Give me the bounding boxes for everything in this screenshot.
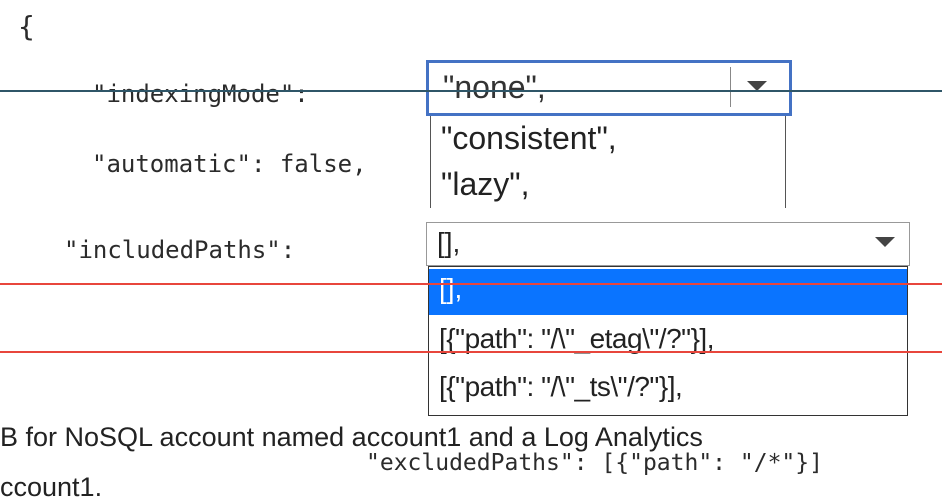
chevron-down-icon[interactable] [875, 237, 895, 247]
automatic-line: "automatic": false, [92, 150, 367, 178]
overlay-dark-line [0, 90, 942, 92]
overlay-red-line-top [0, 283, 942, 285]
indexing-mode-key: "indexingMode": [92, 80, 309, 108]
background-text-line2: ccount1. [0, 472, 103, 502]
code-open-brace: { [18, 10, 35, 43]
overlay-red-line-bottom [0, 351, 942, 353]
excluded-paths-line: "excludedPaths": [{"path": "/*"}] [366, 450, 823, 476]
included-option-etag[interactable]: [{"path": "/\"_etag\"/?"}], [429, 319, 907, 363]
included-paths-selected: [], [437, 227, 461, 258]
indexing-mode-arrow-button[interactable] [730, 67, 783, 107]
indexing-mode-option-list: "consistent", "lazy", [430, 116, 786, 208]
included-paths-key: "includedPaths": [64, 236, 296, 264]
indexing-mode-dropdown[interactable]: "none", [426, 60, 792, 116]
included-option-empty[interactable]: [], [429, 269, 907, 315]
included-option-ts[interactable]: [{"path": "/\"_ts\"/?"}], [429, 367, 907, 411]
indexing-option-lazy[interactable]: "lazy", [431, 166, 785, 208]
background-text-line1: B for NoSQL account named account1 and a… [0, 422, 703, 452]
included-paths-dropdown[interactable]: [], [426, 222, 910, 266]
indexing-option-consistent[interactable]: "consistent", [431, 120, 785, 164]
included-paths-option-list: [], [{"path": "/\"_etag\"/?"}], [{"path"… [428, 266, 908, 416]
indexing-mode-selected: "none", [443, 69, 546, 105]
